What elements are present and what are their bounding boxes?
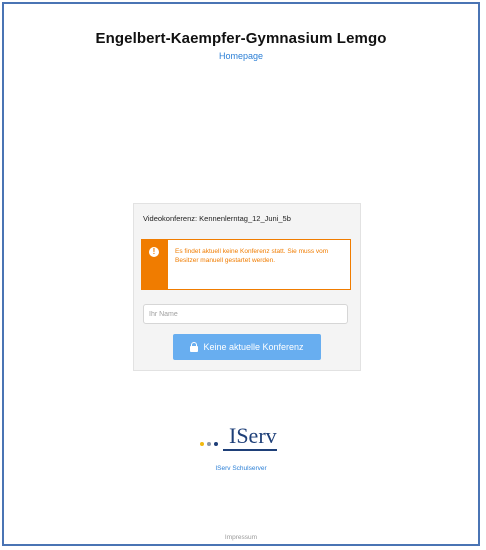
logo-wordmark: IServ [229,423,277,448]
alert-message: Es findet aktuell keine Konferenz statt.… [175,248,329,264]
no-conference-button[interactable]: Keine aktuelle Konferenz [173,334,321,360]
page-frame: Engelbert-Kaempfer-Gymnasium Lemgo Homep… [2,2,480,546]
exclamation-circle-icon: ! [149,247,159,257]
iserv-schulserver-link[interactable]: IServ Schulserver [4,465,478,472]
conference-panel: Videokonferenz: Kennenlerntag_12_Juni_5b… [133,203,361,371]
alert-icon-bar: ! [142,240,168,289]
iserv-logo: IServ [197,424,297,454]
logo-dots [200,442,218,446]
impressum-link[interactable]: Impressum [4,534,478,541]
no-conference-button-label: Keine aktuelle Konferenz [203,342,304,352]
site-title: Engelbert-Kaempfer-Gymnasium Lemgo [95,30,387,47]
lock-icon [190,342,199,352]
conference-alert: ! Es findet aktuell keine Konferenz stat… [141,239,351,290]
logo-dot [214,442,218,446]
name-input[interactable] [143,304,348,324]
homepage-link[interactable]: Homepage [4,51,478,61]
logo-dot [200,442,204,446]
logo-dot [207,442,211,446]
logo-underline [223,449,277,451]
conference-label: Videokonferenz: Kennenlerntag_12_Juni_5b [143,214,291,223]
